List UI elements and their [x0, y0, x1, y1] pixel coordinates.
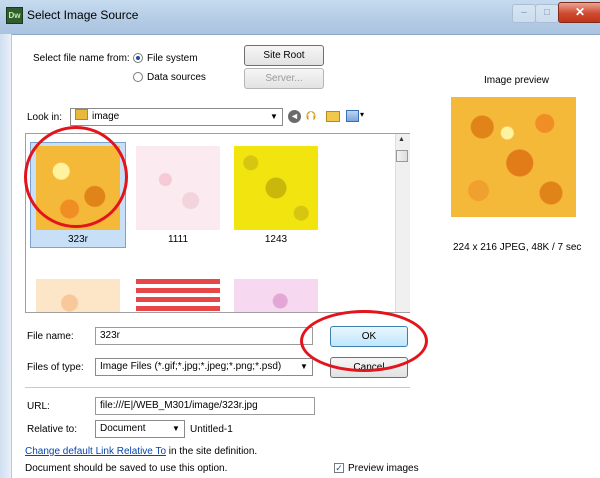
folder-icon	[75, 109, 88, 120]
look-in-label: Look in:	[27, 112, 63, 123]
relative-to-value: Document	[100, 423, 146, 434]
url-label: URL:	[27, 401, 50, 412]
file-name-input[interactable]: 323r	[95, 327, 313, 345]
file-thumbnail[interactable]	[136, 146, 220, 230]
chevron-down-icon: ▼	[300, 362, 308, 371]
document-name: Untitled-1	[190, 424, 233, 435]
maximize-icon[interactable]: □	[535, 4, 559, 23]
preview-info: 224 x 216 JPEG, 48K / 7 sec	[453, 242, 582, 253]
file-name-label[interactable]: 323r	[30, 234, 126, 245]
link-note-suffix: in the site definition.	[166, 446, 258, 457]
view-menu-icon[interactable]	[346, 110, 359, 122]
scrollbar-thumb[interactable]	[396, 150, 408, 162]
image-preview	[451, 97, 576, 217]
chevron-down-icon: ▼	[270, 112, 278, 121]
background-window-edge	[0, 34, 12, 478]
file-system-label: File system	[147, 53, 198, 64]
up-folder-icon[interactable]: ⮉	[306, 108, 320, 124]
source-label: Select file name from:	[33, 53, 130, 64]
file-thumbnail[interactable]	[234, 279, 318, 312]
change-link-relative-link[interactable]: Change default Link Relative To	[25, 446, 166, 457]
new-folder-icon[interactable]	[326, 111, 340, 122]
file-name-field-label: File name:	[27, 331, 74, 342]
site-root-button[interactable]: Site Root	[244, 45, 324, 66]
url-input[interactable]: file:///E|/WEB_M301/image/323r.jpg	[95, 397, 315, 415]
annotation-circle-thumbnail	[24, 126, 128, 228]
files-of-type-dropdown[interactable]: Image Files (*.gif;*.jpg;*.jpeg;*.png;*.…	[95, 358, 313, 376]
relative-to-label: Relative to:	[27, 424, 78, 435]
scroll-up-icon[interactable]: ▲	[398, 136, 405, 143]
minimize-icon[interactable]: –	[512, 4, 536, 23]
dreamweaver-logo-icon: Dw	[6, 7, 23, 24]
look-in-dropdown[interactable]: image ▼	[70, 108, 283, 126]
window-title: Select Image Source	[27, 8, 139, 22]
close-button[interactable]: ✕	[558, 2, 600, 23]
server-button[interactable]: Server...	[244, 68, 324, 89]
link-note: Change default Link Relative To in the s…	[25, 446, 257, 457]
preview-title: Image preview	[484, 75, 550, 86]
view-menu-chevron-icon[interactable]: ▾	[360, 110, 364, 119]
files-of-type-label: Files of type:	[27, 362, 84, 373]
file-system-radio[interactable]	[133, 53, 143, 63]
file-thumbnail[interactable]	[136, 279, 220, 312]
annotation-circle-ok	[300, 310, 428, 372]
file-thumbnail[interactable]	[234, 146, 318, 230]
look-in-value: image	[92, 111, 120, 122]
data-sources-label: Data sources	[147, 72, 206, 83]
divider	[25, 387, 410, 388]
relative-to-dropdown[interactable]: Document ▼	[95, 420, 185, 438]
file-thumbnail[interactable]	[36, 279, 120, 312]
file-name-label[interactable]: 1243	[228, 234, 324, 245]
chevron-down-icon: ▼	[172, 424, 180, 433]
save-warning: Document should be saved to use this opt…	[25, 463, 228, 474]
data-sources-radio[interactable]	[133, 72, 143, 82]
preview-images-checkbox[interactable]: ✓	[334, 463, 344, 473]
files-of-type-value: Image Files (*.gif;*.jpg;*.jpeg;*.png;*.…	[100, 361, 282, 372]
preview-images-label: Preview images	[348, 463, 419, 474]
file-name-label[interactable]: 1111	[130, 234, 226, 245]
back-icon[interactable]: ◄	[288, 110, 301, 123]
